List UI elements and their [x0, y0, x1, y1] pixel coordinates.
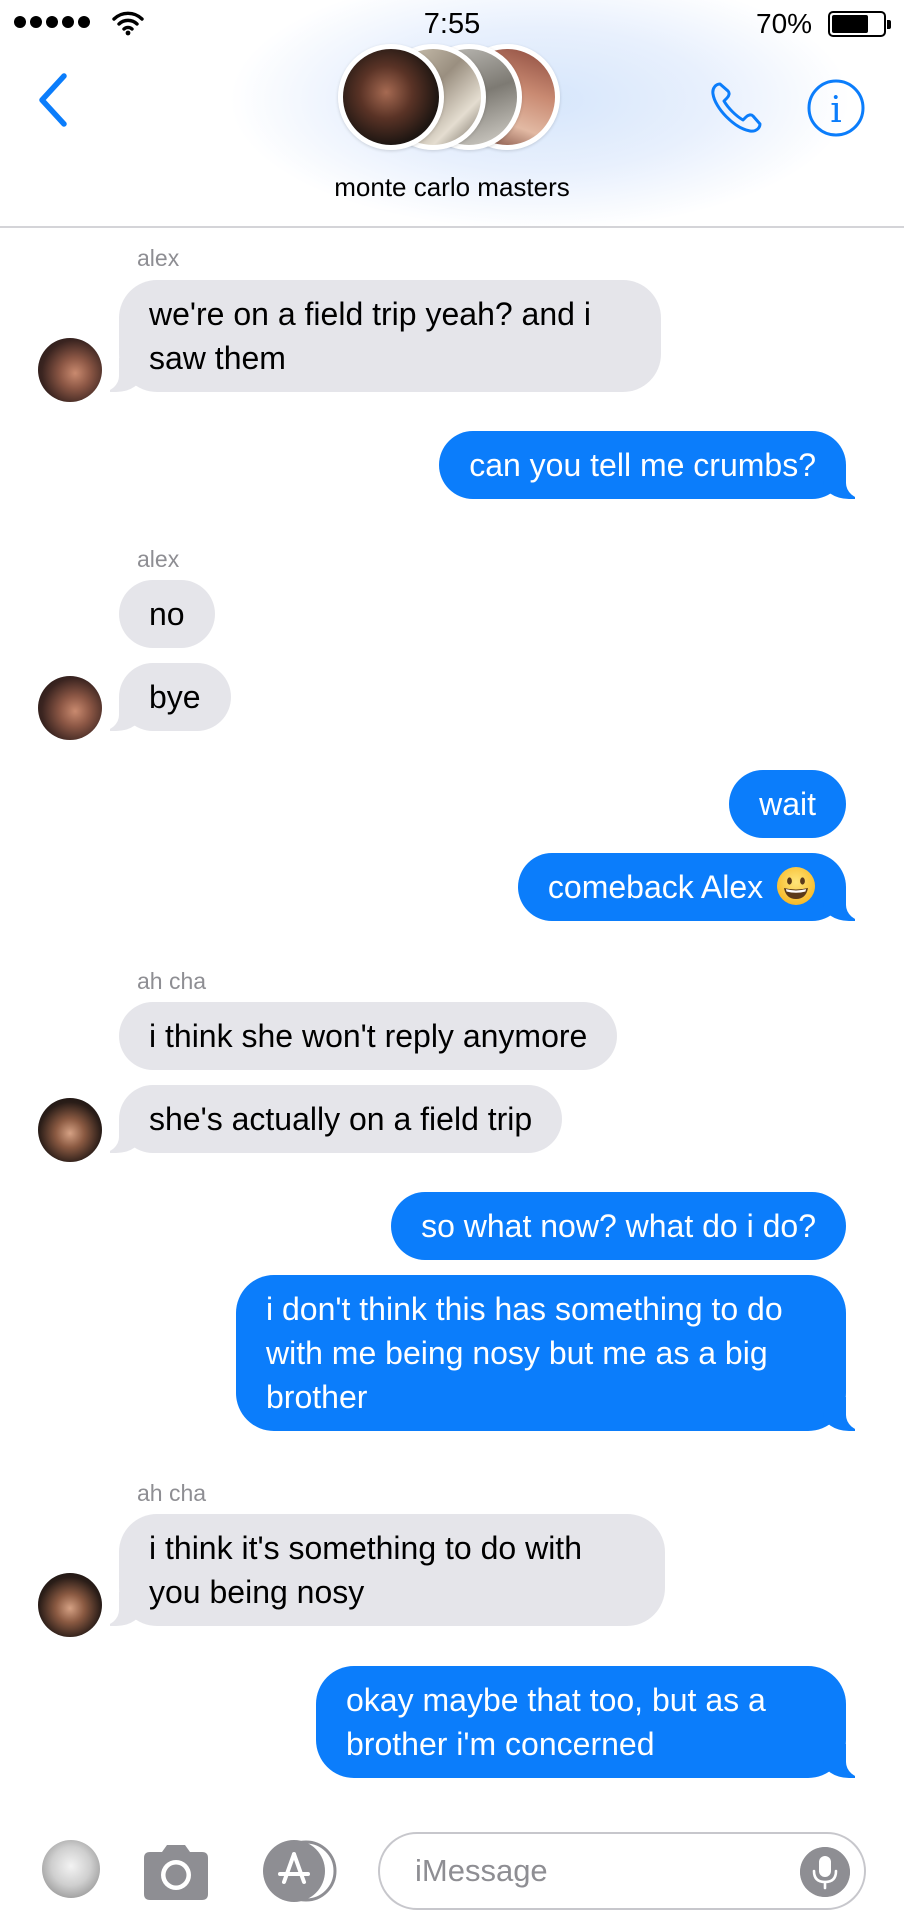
outgoing-message-bubble[interactable]: okay maybe that too, but as a brother i'… [316, 1666, 870, 1778]
sender-avatar[interactable] [38, 338, 102, 402]
chevron-left-icon[interactable] [30, 70, 80, 130]
message-text: okay maybe that too, but as a brother i'… [346, 1682, 766, 1762]
message-text: can you tell me crumbs? [469, 447, 816, 483]
incoming-message-bubble[interactable]: bye [95, 663, 231, 731]
message-text: wait [759, 786, 816, 822]
message-text: no [149, 596, 185, 632]
incoming-message-bubble[interactable]: i think it's something to do with you be… [95, 1514, 665, 1626]
sender-name: ah cha [137, 968, 207, 994]
input-placeholder: iMessage [415, 1853, 548, 1888]
incoming-message-bubble[interactable]: she's actually on a field trip [94, 1085, 563, 1153]
battery-icon [828, 11, 891, 37]
message-input[interactable]: iMessage [378, 1832, 866, 1910]
app-store-icon[interactable] [256, 1838, 340, 1904]
microphone-icon[interactable] [800, 1847, 850, 1897]
grinning-face-emoji [777, 867, 815, 905]
message-text: comeback Alex [547, 869, 764, 905]
sender-avatar[interactable] [38, 1098, 102, 1162]
photos-icon[interactable] [42, 1840, 100, 1898]
message-text: i don't think this has something to do w… [266, 1291, 783, 1415]
status-bar: 7:55 70% [0, 0, 904, 46]
info-icon[interactable]: i [806, 78, 866, 138]
incoming-message-bubble[interactable]: i think she won't reply anymore [119, 1002, 618, 1070]
message-composer: iMessage [0, 1812, 904, 1920]
sender-name: ah cha [137, 1480, 207, 1506]
message-text: she's actually on a field trip [149, 1101, 533, 1137]
camera-icon[interactable] [140, 1842, 212, 1902]
outgoing-message-bubble[interactable]: wait [729, 770, 846, 838]
sender-name: alex [137, 245, 180, 271]
group-name[interactable]: monte carlo masters [0, 172, 904, 203]
sender-name: alex [137, 546, 180, 572]
incoming-message-bubble[interactable]: no [119, 580, 215, 648]
outgoing-message-bubble[interactable]: i don't think this has something to do w… [236, 1275, 870, 1431]
outgoing-message-bubble[interactable]: so what now? what do i do? [391, 1192, 846, 1260]
incoming-message-bubble[interactable]: we're on a field trip yeah? and i saw th… [95, 280, 661, 392]
sender-avatar[interactable] [38, 1573, 102, 1637]
outgoing-message-bubble[interactable]: can you tell me crumbs? [439, 431, 870, 499]
battery-percentage: 70% [756, 8, 813, 39]
message-text: bye [149, 679, 201, 715]
message-text: i think she won't reply anymore [149, 1018, 588, 1054]
message-text: so what now? what do i do? [421, 1208, 816, 1244]
group-avatar-stack[interactable] [338, 44, 568, 154]
message-text: i think it's something to do with you be… [149, 1530, 582, 1610]
phone-icon[interactable] [706, 78, 766, 138]
message-text: we're on a field trip yeah? and i saw th… [149, 296, 591, 376]
svg-text:i: i [830, 90, 842, 131]
outgoing-message-bubble[interactable]: comeback Alex [517, 853, 871, 921]
sender-avatar[interactable] [38, 676, 102, 740]
avatar [338, 44, 444, 150]
